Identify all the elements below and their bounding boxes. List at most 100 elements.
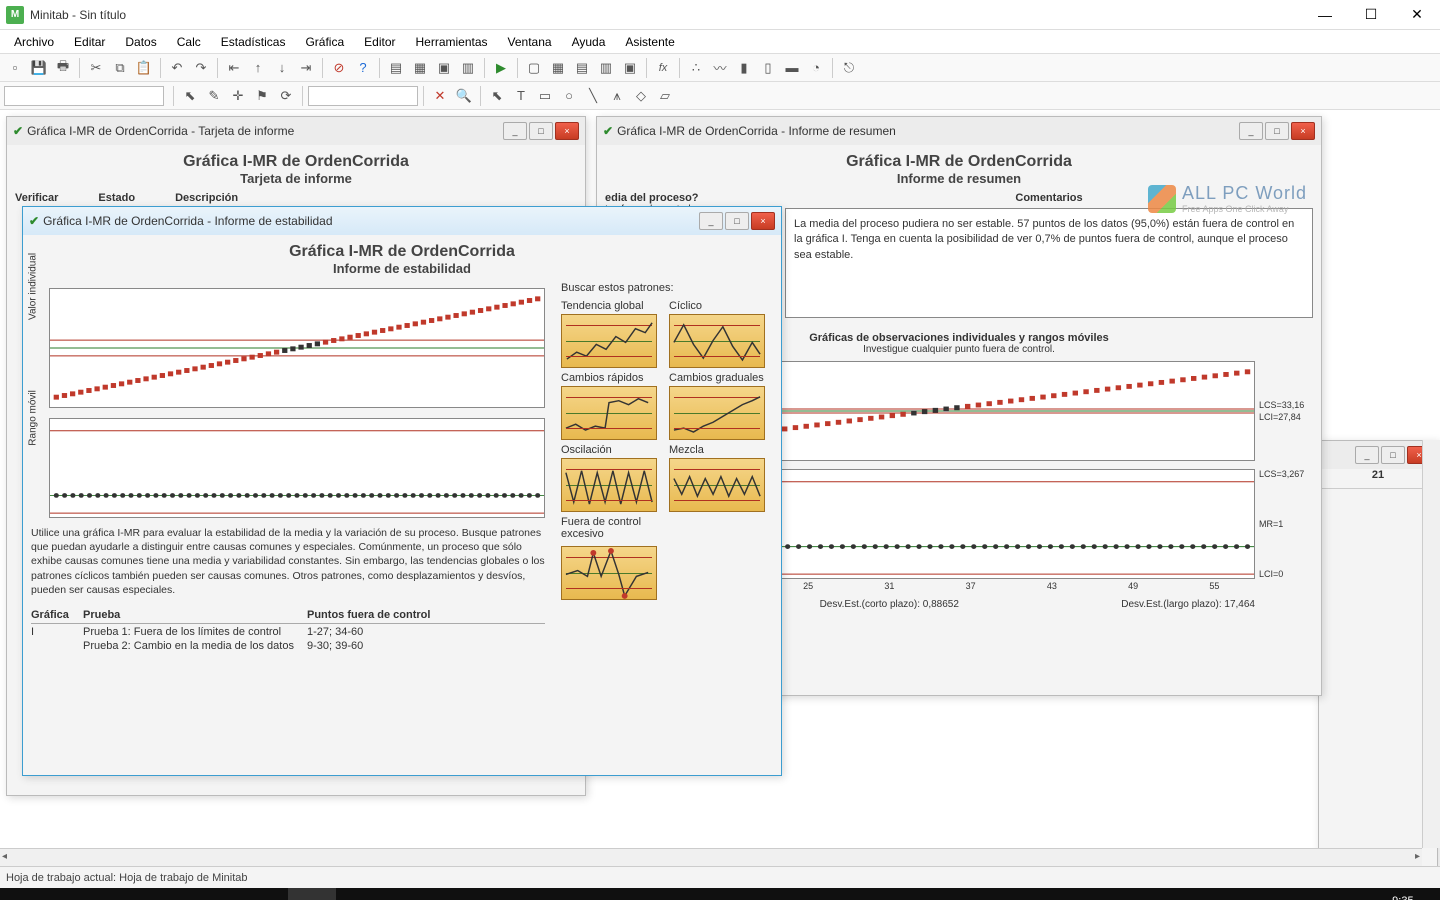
crosshair-icon[interactable]: ✛ xyxy=(227,85,249,107)
nav-down-icon[interactable]: ↓ xyxy=(271,57,293,79)
edge-icon[interactable]: e xyxy=(144,888,192,900)
select-tool-icon[interactable]: ⬉ xyxy=(486,85,508,107)
ws-max[interactable]: □ xyxy=(1381,446,1405,464)
line-tool-icon[interactable]: ╲ xyxy=(582,85,604,107)
sm-min[interactable]: _ xyxy=(1239,122,1263,140)
rc-close[interactable]: × xyxy=(555,122,579,140)
pattern-mixture-icon[interactable] xyxy=(669,458,765,512)
v-scrollbar[interactable] xyxy=(1422,440,1440,848)
menu-calc[interactable]: Calc xyxy=(167,32,211,52)
graph-icon[interactable]: ▣ xyxy=(433,57,455,79)
taskview-icon[interactable]: ◧ xyxy=(96,888,144,900)
pattern-excessive-icon[interactable] xyxy=(561,546,657,600)
chart-pie-icon[interactable]: ◔ xyxy=(805,57,827,79)
pattern-shift-icon[interactable] xyxy=(561,386,657,440)
menu-asistente[interactable]: Asistente xyxy=(615,32,684,52)
nav-up-icon[interactable]: ↑ xyxy=(247,57,269,79)
rect-tool-icon[interactable]: ▭ xyxy=(534,85,556,107)
delete-icon[interactable]: ✕ xyxy=(429,85,451,107)
session-icon[interactable]: ▤ xyxy=(385,57,407,79)
stat-long: Desv.Est.(largo plazo): 17,464 xyxy=(1121,599,1255,610)
maximize-button[interactable]: ☐ xyxy=(1348,0,1394,30)
chart-line-icon[interactable]: 〰 xyxy=(709,57,731,79)
chart-bar-icon[interactable]: ▬ xyxy=(781,57,803,79)
start-icon[interactable]: ⊞ xyxy=(0,888,48,900)
brush-icon[interactable]: ⎋ xyxy=(838,57,860,79)
search-icon[interactable]: ⌕ xyxy=(48,888,96,900)
nav-first-icon[interactable]: ⇤ xyxy=(223,57,245,79)
rc-min[interactable]: _ xyxy=(503,122,527,140)
polyline-tool-icon[interactable]: ⩚ xyxy=(606,85,628,107)
menu-ayuda[interactable]: Ayuda xyxy=(562,32,616,52)
chrome-icon[interactable]: ◉ xyxy=(240,888,288,900)
pattern-cyclic-icon[interactable] xyxy=(669,314,765,368)
ws-min[interactable]: _ xyxy=(1355,446,1379,464)
menu-editor[interactable]: Editor xyxy=(354,32,405,52)
undo-icon[interactable]: ↶ xyxy=(166,57,188,79)
save-icon[interactable]: 💾 xyxy=(28,57,50,79)
data-grid-icon[interactable]: ▤ xyxy=(571,57,593,79)
help-icon[interactable]: ? xyxy=(352,57,374,79)
paste-icon[interactable]: 📋 xyxy=(133,57,155,79)
data-report-icon[interactable]: ▣ xyxy=(619,57,641,79)
st-close[interactable]: × xyxy=(751,212,775,230)
copy-icon[interactable]: ⧉ xyxy=(109,57,131,79)
menu-editar[interactable]: Editar xyxy=(64,32,115,52)
brush2-icon[interactable]: ✎ xyxy=(203,85,225,107)
tray-clock[interactable]: 9:35 15/12/2017 xyxy=(1359,895,1414,900)
h-scrollbar[interactable]: ▸ ◂ xyxy=(0,848,1422,866)
close-button[interactable]: ✕ xyxy=(1394,0,1440,30)
chart-hist-icon[interactable]: ▮ xyxy=(733,57,755,79)
fx-icon[interactable]: fx xyxy=(652,57,674,79)
pattern-trend-icon[interactable] xyxy=(561,314,657,368)
cut-icon[interactable]: ✂ xyxy=(85,57,107,79)
name-box[interactable] xyxy=(4,86,164,106)
text-tool-icon[interactable]: T xyxy=(510,85,532,107)
pointer-icon[interactable]: ⬉ xyxy=(179,85,201,107)
print-icon[interactable]: 🖶 xyxy=(52,57,74,79)
mdi-workspace: _□× 21 ✔ Gráfica I-MR de OrdenCorrida - … xyxy=(0,110,1440,866)
rotate-icon[interactable]: ⟳ xyxy=(275,85,297,107)
pattern-drift-icon[interactable] xyxy=(669,386,765,440)
data-window-icon[interactable]: ▢ xyxy=(523,57,545,79)
circle-tool-icon[interactable]: ○ xyxy=(558,85,580,107)
menu-ventana[interactable]: Ventana xyxy=(498,32,562,52)
data-list-icon[interactable]: ▥ xyxy=(595,57,617,79)
marker-tool-icon[interactable]: ◇ xyxy=(630,85,652,107)
data-table-icon[interactable]: ▦ xyxy=(547,57,569,79)
menu-estadisticas[interactable]: Estadísticas xyxy=(211,32,296,52)
st-min[interactable]: _ xyxy=(699,212,723,230)
chart-box-icon[interactable]: ▯ xyxy=(757,57,779,79)
nav-last-icon[interactable]: ⇥ xyxy=(295,57,317,79)
rc-max[interactable]: □ xyxy=(529,122,553,140)
sm-max[interactable]: □ xyxy=(1265,122,1289,140)
layer-select[interactable] xyxy=(308,86,418,106)
worksheet-window[interactable]: _□× 21 xyxy=(1318,440,1438,866)
flag-icon[interactable]: ⚑ xyxy=(251,85,273,107)
help-text: Utilice una gráfica I-MR para evaluar la… xyxy=(31,526,545,597)
zoom-icon[interactable]: 🔍 xyxy=(453,85,475,107)
chart-scatter-icon[interactable]: ∴ xyxy=(685,57,707,79)
pattern-shift: Cambios rápidos xyxy=(561,372,657,384)
minitab-task-icon[interactable]: ▮ xyxy=(288,888,336,900)
worksheet-icon[interactable]: ▦ xyxy=(409,57,431,79)
menu-archivo[interactable]: Archivo xyxy=(4,32,64,52)
reportpad-icon[interactable]: ▥ xyxy=(457,57,479,79)
pattern-oscillation-icon[interactable] xyxy=(561,458,657,512)
explorer-icon[interactable]: ▣ xyxy=(192,888,240,900)
redo-icon[interactable]: ↷ xyxy=(190,57,212,79)
column-header[interactable]: 21 xyxy=(1319,469,1437,489)
new-icon[interactable]: ▫ xyxy=(4,57,26,79)
polygon-tool-icon[interactable]: ▱ xyxy=(654,85,676,107)
play-icon[interactable]: ▶ xyxy=(490,57,512,79)
minimize-button[interactable]: — xyxy=(1302,0,1348,30)
ylabel-mr: Rango móvil xyxy=(28,390,39,446)
sm-close[interactable]: × xyxy=(1291,122,1315,140)
menu-datos[interactable]: Datos xyxy=(115,32,166,52)
stability-window[interactable]: ✔ Gráfica I-MR de OrdenCorrida - Informe… xyxy=(22,206,782,776)
menu-grafica[interactable]: Gráfica xyxy=(295,32,354,52)
st-i-chart xyxy=(49,288,545,408)
cancel-icon[interactable]: ⊘ xyxy=(328,57,350,79)
menu-herramientas[interactable]: Herramientas xyxy=(406,32,498,52)
st-max[interactable]: □ xyxy=(725,212,749,230)
